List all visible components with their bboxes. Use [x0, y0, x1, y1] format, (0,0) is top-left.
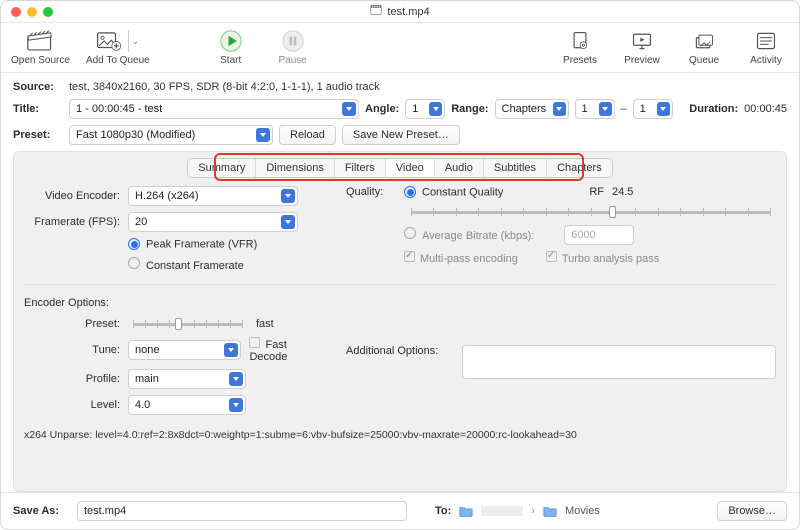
save-as-label: Save As: — [13, 505, 69, 517]
multi-pass-checkbox: Multi-pass encoding — [404, 251, 518, 265]
destination-to-label: To: — [435, 505, 451, 517]
range-mode-select[interactable]: Chapters — [495, 99, 569, 119]
peak-framerate-radio[interactable]: Peak Framerate (VFR) — [128, 238, 257, 251]
tab-audio[interactable]: Audio — [435, 159, 484, 177]
stack-icon — [689, 29, 719, 53]
monitor-play-icon — [627, 29, 657, 53]
bitrate-field — [564, 225, 634, 245]
reload-button[interactable]: Reload — [279, 125, 336, 145]
tab-chapters[interactable]: Chapters — [547, 159, 612, 177]
destination-volume[interactable] — [481, 506, 523, 516]
title-select[interactable]: 1 - 00:00:45 - test — [69, 99, 359, 119]
movie-file-icon — [370, 4, 382, 19]
constant-framerate-radio[interactable]: Constant Framerate — [128, 257, 244, 272]
rf-label: RF — [589, 186, 604, 198]
chevron-down-icon[interactable]: ⌄ — [128, 30, 143, 52]
destination-folder[interactable]: Movies — [565, 505, 600, 517]
range-label: Range: — [451, 103, 488, 115]
preview-button[interactable]: Preview — [619, 29, 665, 66]
preset-row: Preset: Fast 1080p30 (Modified) Reload S… — [13, 125, 787, 145]
activity-log-icon — [751, 29, 781, 53]
average-bitrate-radio[interactable]: Average Bitrate (kbps): — [404, 227, 534, 242]
save-as-field[interactable] — [77, 501, 407, 521]
window-title: test.mp4 — [1, 4, 799, 19]
turbo-checkbox: Turbo analysis pass — [546, 251, 659, 265]
settings-tabs: SummaryDimensionsFiltersVideoAudioSubtit… — [187, 158, 612, 178]
tab-filters[interactable]: Filters — [335, 159, 386, 177]
tune-select[interactable]: none — [128, 340, 241, 360]
profile-select[interactable]: main — [128, 369, 246, 389]
play-icon — [216, 29, 246, 53]
duration-label: Duration: — [689, 103, 738, 115]
fast-decode-checkbox[interactable]: Fast Decode — [249, 337, 324, 363]
presets-button[interactable]: Presets — [557, 29, 603, 66]
footer: Save As: To: › Movies Browse… — [1, 492, 799, 529]
encoder-preset-slider[interactable] — [133, 317, 243, 331]
angle-select[interactable]: 1 — [405, 99, 445, 119]
range-dash: – — [621, 103, 627, 115]
range-to-select[interactable]: 1 — [633, 99, 673, 119]
encoder-options-header: Encoder Options: — [24, 297, 776, 309]
titlebar: test.mp4 — [1, 1, 799, 23]
framerate-select[interactable]: 20 — [128, 212, 298, 232]
quality-slider[interactable] — [411, 205, 771, 219]
framerate-label: Framerate (FPS): — [24, 216, 120, 228]
folder-icon — [459, 505, 473, 517]
title-label: Title: — [13, 103, 63, 115]
level-label: Level: — [24, 399, 120, 411]
encoder-preset-label: Preset: — [24, 318, 120, 330]
preset-select[interactable]: Fast 1080p30 (Modified) — [69, 125, 273, 145]
source-label: Source: — [13, 81, 63, 93]
folder-icon — [543, 505, 557, 517]
tab-subtitles[interactable]: Subtitles — [484, 159, 547, 177]
x264-unparse: x264 Unparse: level=4.0:ref=2:8x8dct=0:w… — [24, 429, 776, 441]
activity-button[interactable]: Activity — [743, 29, 789, 66]
zoom-window-button[interactable] — [43, 7, 53, 17]
app-window: test.mp4 Open Source ⌄ Add To Queue — [0, 0, 800, 530]
additional-options-label: Additional Options: — [346, 345, 454, 357]
range-from-select[interactable]: 1 — [575, 99, 615, 119]
main-toolbar: Open Source ⌄ Add To Queue Start — [1, 23, 799, 73]
browse-button[interactable]: Browse… — [717, 501, 787, 521]
preset-label: Preset: — [13, 129, 63, 141]
tab-dimensions[interactable]: Dimensions — [256, 159, 334, 177]
profile-label: Profile: — [24, 373, 120, 385]
pause-icon — [278, 29, 308, 53]
window-controls — [11, 7, 53, 17]
save-new-preset-button[interactable]: Save New Preset… — [342, 125, 460, 145]
encoder-preset-value: fast — [256, 318, 274, 330]
tab-video[interactable]: Video — [386, 159, 435, 177]
quality-label: Quality: — [346, 186, 396, 198]
title-row: Title: 1 - 00:00:45 - test Angle: 1 Rang… — [13, 99, 787, 119]
duration-value: 00:00:45 — [744, 103, 787, 115]
angle-label: Angle: — [365, 103, 399, 115]
pause-button[interactable]: Pause — [270, 29, 316, 66]
clapperboard-icon — [25, 29, 55, 53]
source-value: test, 3840x2160, 30 FPS, SDR (8-bit 4:2:… — [69, 81, 380, 93]
video-encoder-select[interactable]: H.264 (x264) — [128, 186, 298, 206]
document-gear-icon — [565, 29, 595, 53]
image-plus-icon — [94, 29, 124, 53]
close-window-button[interactable] — [11, 7, 21, 17]
tab-summary[interactable]: Summary — [188, 159, 256, 177]
add-to-queue-button[interactable]: ⌄ Add To Queue — [86, 29, 150, 66]
settings-panel: SummaryDimensionsFiltersVideoAudioSubtit… — [13, 151, 787, 492]
rf-value: 24.5 — [612, 186, 633, 198]
additional-options-field[interactable] — [462, 345, 776, 379]
source-row: Source: test, 3840x2160, 30 FPS, SDR (8-… — [13, 81, 787, 93]
chevron-down-icon — [342, 102, 356, 116]
constant-quality-radio[interactable]: Constant Quality — [404, 186, 503, 199]
level-select[interactable]: 4.0 — [128, 395, 246, 415]
video-encoder-label: Video Encoder: — [24, 190, 120, 202]
tune-label: Tune: — [24, 344, 120, 356]
queue-button[interactable]: Queue — [681, 29, 727, 66]
minimize-window-button[interactable] — [27, 7, 37, 17]
start-button[interactable]: Start — [208, 29, 254, 66]
open-source-button[interactable]: Open Source — [11, 29, 70, 66]
